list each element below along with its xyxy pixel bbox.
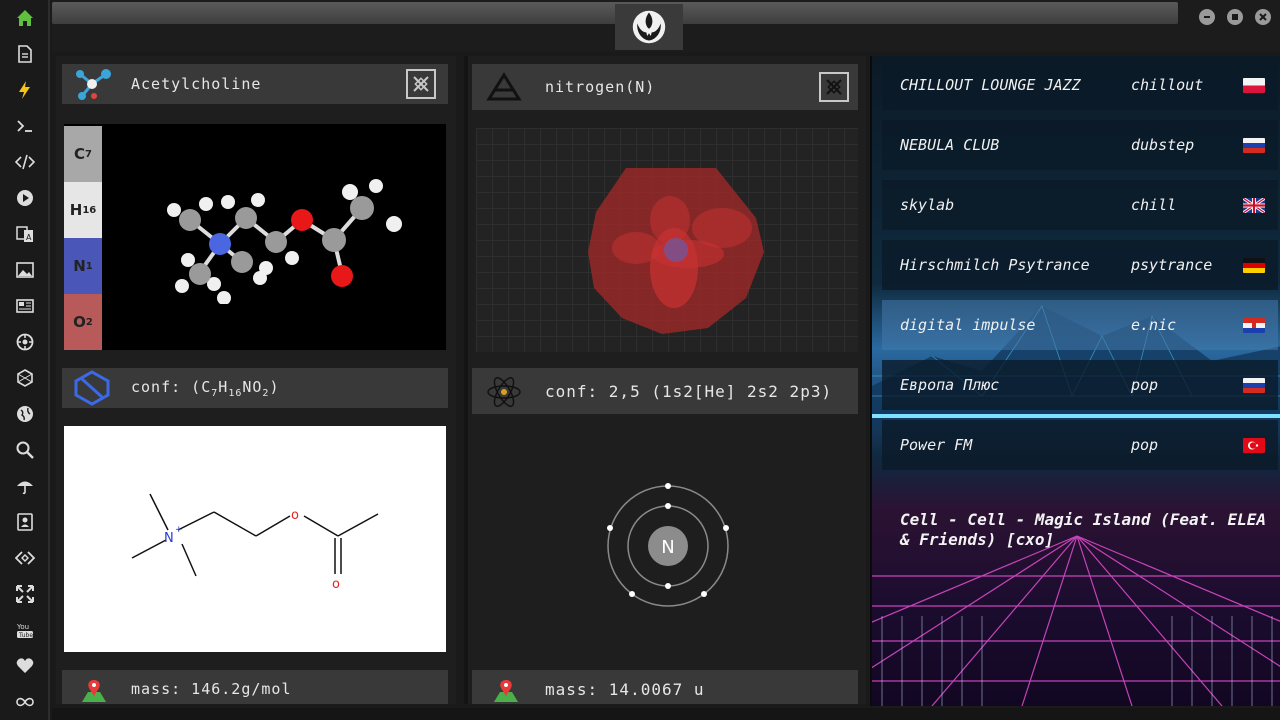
radio-panel: CHILLOUT LOUNGE JAZZ chillout NEBULA CLU… [870, 56, 1280, 706]
station-row[interactable]: Hirschmilch Psytrance psytrance [882, 240, 1278, 290]
station-row[interactable]: CHILLOUT LOUNGE JAZZ chillout [882, 60, 1278, 110]
formula-cell-o: O2 [64, 294, 102, 350]
bohr-model: N [607, 483, 729, 607]
map-pin-icon [80, 678, 108, 708]
flag-gb-icon [1243, 197, 1265, 213]
station-genre: chill [1131, 196, 1177, 214]
flag-ru-icon [1243, 377, 1265, 393]
contact-icon[interactable] [13, 510, 37, 534]
formula-strip: C7 H 16 N1 O2 [64, 126, 102, 350]
molecule-conf-bar: conf: (C7H16NO2) [62, 368, 448, 408]
structure-diagram: N + o o [64, 426, 446, 652]
nucleus-symbol: N [661, 537, 674, 558]
station-name: Power FM [900, 436, 973, 454]
benzene-icon [72, 370, 112, 410]
station-row[interactable]: Power FM pop [882, 420, 1278, 470]
atom-icon [486, 374, 522, 414]
close-window-icon[interactable] [1255, 9, 1271, 25]
station-name: Европа Плюс [900, 376, 1000, 394]
station-name: digital impulse [900, 316, 1036, 334]
lightning-icon[interactable] [13, 78, 37, 102]
molecule-title: Acetylcholine [131, 75, 262, 93]
flag-pl-icon [1243, 77, 1265, 93]
home-icon[interactable] [13, 6, 37, 30]
flag-de-icon [1243, 257, 1265, 273]
expand-icon[interactable] [13, 582, 37, 606]
tag-code-icon[interactable] [13, 546, 37, 570]
umbrella-icon[interactable] [13, 474, 37, 498]
element-header: nitrogen(N) [472, 64, 858, 110]
molecule-icon [70, 66, 114, 106]
station-genre: pop [1131, 436, 1159, 454]
flag-hr-icon [1243, 317, 1265, 333]
svg-text:Tube: Tube [18, 632, 33, 639]
station-name: skylab [900, 196, 955, 214]
element-title: nitrogen(N) [545, 78, 656, 96]
play-icon[interactable] [13, 186, 37, 210]
orbital-3d-view[interactable] [476, 128, 858, 352]
element-conf: conf: 2,5 (1s2[He] 2s2 2p3) [545, 381, 833, 401]
carbonyl-o-label: o [332, 577, 340, 592]
maximize-icon[interactable] [1227, 9, 1243, 25]
station-genre: dubstep [1131, 136, 1195, 154]
formula-cell-h: H 16 [64, 182, 102, 238]
flag-tr-icon [1243, 437, 1265, 453]
youtube-icon[interactable]: You Tube [13, 618, 37, 642]
map-pin-icon [492, 678, 520, 708]
element-mass-bar: mass: 14.0067 u [472, 670, 858, 704]
station-genre: pop [1131, 376, 1159, 394]
formula-cell-c: C7 [64, 126, 102, 182]
station-row[interactable]: Европа Плюс pop [882, 360, 1278, 410]
image-icon[interactable] [13, 258, 37, 282]
document-icon[interactable] [13, 42, 37, 66]
station-genre: e.nic [1131, 316, 1177, 334]
heart-icon[interactable] [13, 654, 37, 678]
hexagon-icon[interactable] [13, 366, 37, 390]
molecule-mass: mass: 146.2g/mol [131, 680, 292, 698]
triangle-icon [486, 72, 522, 106]
station-genre: psytrance [1131, 256, 1213, 274]
station-genre: chillout [1131, 76, 1204, 94]
ball-stick-model [167, 179, 402, 304]
n-atom-label: N [164, 531, 174, 546]
station-name: CHILLOUT LOUNGE JAZZ [900, 76, 1081, 94]
molecule-mass-bar: mass: 146.2g/mol [62, 670, 448, 704]
station-row[interactable]: NEBULA CLUB dubstep [882, 120, 1278, 170]
code-icon[interactable] [13, 150, 37, 174]
settings-icon[interactable] [13, 330, 37, 354]
infinity-icon[interactable] [13, 690, 37, 714]
molecule-conf: conf: (C7H16NO2) [131, 377, 280, 399]
molecule-3d-viewer[interactable]: C7 H 16 N1 O2 [64, 124, 446, 350]
svg-text:You: You [16, 623, 29, 631]
molecule-panel: Acetylcholine C7 H 16 N1 O2 conf: (C7H16… [56, 56, 456, 704]
translate-icon[interactable]: A [13, 222, 37, 246]
news-icon[interactable] [13, 294, 37, 318]
sidebar: A You Tube [0, 0, 50, 720]
search-icon[interactable] [13, 438, 37, 462]
station-name: NEBULA CLUB [900, 136, 1000, 154]
station-name: Hirschmilch Psytrance [900, 256, 1090, 274]
close-icon [826, 79, 842, 95]
terminal-icon[interactable] [13, 114, 37, 138]
now-playing-text: Cell - Cell - Magic Island (Feat. ELEA &… [900, 510, 1267, 549]
globe-icon[interactable] [13, 402, 37, 426]
station-row[interactable]: skylab chill [882, 180, 1278, 230]
svg-text:A: A [26, 233, 32, 242]
flag-ru-icon [1243, 137, 1265, 153]
close-icon [413, 76, 429, 92]
element-conf-bar: conf: 2,5 (1s2[He] 2s2 2p3) [472, 368, 858, 414]
molecule-header: Acetylcholine [62, 64, 448, 104]
top-bar [52, 0, 1280, 52]
close-element-button[interactable] [819, 72, 849, 102]
bottom-strip [52, 708, 1280, 720]
formula-cell-n: N1 [64, 238, 102, 294]
close-molecule-button[interactable] [406, 69, 436, 99]
element-mass: mass: 14.0067 u [545, 680, 705, 699]
minimize-icon[interactable] [1199, 9, 1215, 25]
rebel-emblem-icon[interactable] [615, 4, 683, 50]
ester-o-label: o [291, 508, 299, 523]
station-row-selected[interactable]: digital impulse e.nic [882, 300, 1278, 350]
element-panel: nitrogen(N) conf: 2,5 (1s2[He] 2s2 2p3) … [464, 56, 866, 704]
charge-label: + [175, 525, 183, 535]
